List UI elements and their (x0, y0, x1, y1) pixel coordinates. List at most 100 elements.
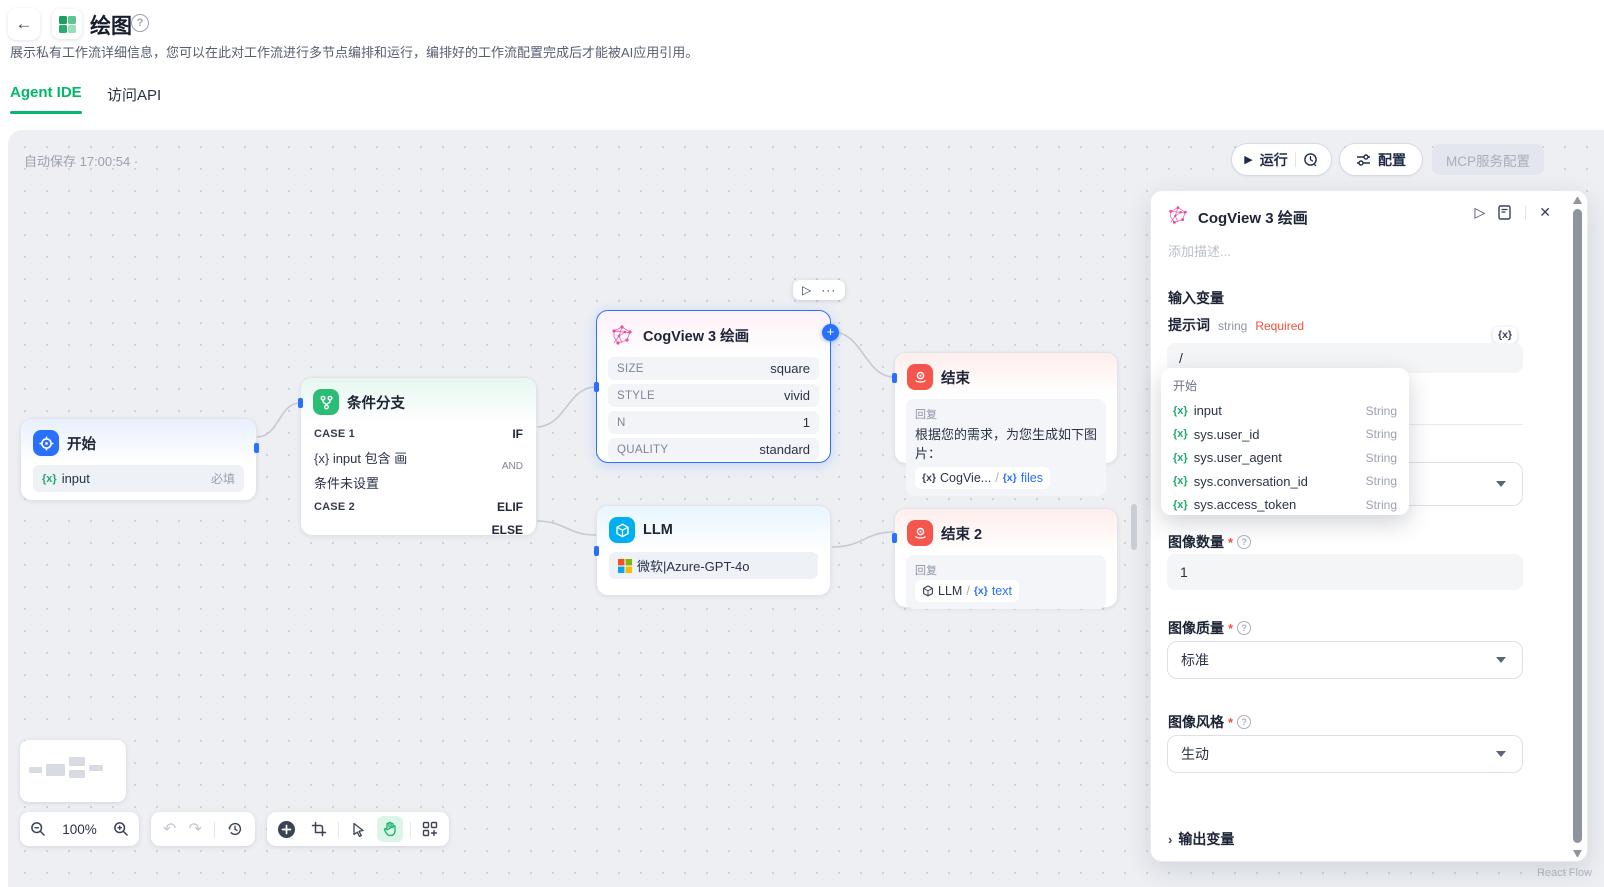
variable-icon: {x} (974, 585, 988, 597)
image-quality-label: 图像质量*? (1168, 618, 1251, 638)
model-name: 微软|Azure-GPT-4o (637, 556, 749, 575)
image-count-label: 图像数量*? (1168, 532, 1251, 552)
variable-icon: {x} (1173, 428, 1188, 440)
node-start[interactable]: 开始 {x} input 必填 (20, 418, 257, 501)
undo-icon[interactable]: ↶ (163, 819, 176, 839)
branch-icon (313, 389, 339, 415)
description-placeholder[interactable]: 添加描述... (1168, 241, 1231, 260)
node-title: CogView 3 绘画 (643, 325, 749, 346)
auto-layout-icon[interactable] (417, 816, 443, 842)
react-flow-attribution: React Flow (1537, 867, 1592, 879)
variable-reference-chip: LLM / {x} text (915, 580, 1019, 602)
frame-tool-icon[interactable] (306, 816, 332, 842)
image-style-select[interactable]: 生动 (1167, 735, 1523, 773)
input-handle[interactable] (892, 373, 897, 383)
image-style-label: 图像风格*? (1168, 712, 1251, 732)
run-node-icon[interactable]: ▷ (1474, 204, 1485, 221)
pan-hand-icon[interactable] (377, 816, 403, 842)
zoom-level[interactable]: 100% (62, 822, 97, 837)
output-vars-toggle[interactable]: › 输出变量 (1168, 829, 1234, 849)
divider (1525, 206, 1526, 220)
node-condition[interactable]: 条件分支 CASE 1IF {x} input 包含 画 AND 条件未设置 C… (300, 377, 537, 536)
input-handle[interactable] (594, 546, 599, 556)
llm-model-row: 微软|Azure-GPT-4o (609, 552, 818, 579)
dropdown-item[interactable]: {x}sys.user_agentString (1173, 446, 1397, 470)
image-count-input[interactable]: 1 (1167, 554, 1523, 590)
param-key: QUALITY (617, 444, 668, 456)
minimap[interactable] (20, 740, 126, 802)
help-icon[interactable]: ? (1237, 621, 1251, 635)
dropdown-item[interactable]: {x}inputString (1173, 399, 1397, 423)
dropdown-item[interactable]: {x}sys.access_tokenString (1173, 493, 1397, 517)
reply-box: 回复 根据您的需求，为您生成如下图片： {x} CogVie... / {x} … (906, 399, 1106, 496)
param-key: STYLE (617, 390, 655, 402)
divider (214, 822, 215, 837)
floating-scrollbar-thumb[interactable] (1131, 504, 1137, 550)
param-value: vivid (784, 388, 810, 403)
image-quality-select[interactable]: 标准 (1167, 641, 1523, 679)
close-panel-icon[interactable]: ✕ (1539, 204, 1551, 221)
param-value: 1 (803, 415, 810, 430)
insert-variable-button[interactable]: {x} (1493, 327, 1517, 343)
prompt-required-badge: Required (1255, 319, 1304, 333)
node-title: LLM (643, 522, 673, 538)
node-end-2[interactable]: 结束 2 回复 LLM / {x} text (894, 508, 1118, 608)
scroll-up-arrow[interactable] (1573, 197, 1582, 204)
history-controls: ↶ ↷ (151, 812, 255, 846)
variable-icon: {x} (42, 473, 57, 485)
elif-label: ELIF (497, 500, 523, 514)
add-connection-button[interactable]: + (822, 324, 839, 341)
input-vars-heading: 输入变量 (1168, 288, 1224, 308)
reply-text: 根据您的需求，为您生成如下图片： (915, 424, 1097, 462)
back-button[interactable]: ← (8, 8, 40, 40)
required-star: * (1228, 715, 1233, 730)
microsoft-logo-icon (618, 559, 632, 573)
reply-box: 回复 LLM / {x} text (906, 555, 1106, 609)
output-handle[interactable] (254, 443, 259, 453)
reply-label: 回复 (915, 406, 1097, 422)
node-config-panel: CogView 3 绘画 ▷ ✕ 添加描述... 输入变量 提示词 string… (1150, 190, 1588, 862)
variable-icon: {x} (1173, 405, 1188, 417)
history-icon[interactable] (227, 821, 243, 837)
help-icon[interactable]: ? (1237, 535, 1251, 549)
chevron-down-icon (1496, 657, 1506, 663)
zoom-in-icon[interactable] (113, 821, 129, 837)
chevron-right-icon: › (1168, 832, 1172, 847)
case1-label: CASE 1 (314, 428, 355, 440)
start-target-icon (33, 430, 59, 456)
save-file-icon[interactable] (1498, 205, 1512, 220)
redo-icon[interactable]: ↷ (188, 819, 201, 839)
and-label: AND (502, 461, 523, 472)
app-logo-icon (52, 9, 82, 39)
node-title: 结束 (941, 367, 970, 388)
scroll-down-arrow[interactable] (1573, 850, 1582, 857)
variable-icon: {x} (1173, 452, 1188, 464)
panel-title: CogView 3 绘画 (1198, 207, 1308, 228)
param-value: standard (759, 442, 810, 457)
help-icon[interactable]: ? (1237, 715, 1251, 729)
more-icon[interactable]: ··· (821, 283, 836, 297)
add-node-button[interactable] (273, 816, 299, 842)
zoom-out-icon[interactable] (30, 821, 46, 837)
node-cogview[interactable]: CogView 3 绘画 SIZEsquare STYLEvivid N1 QU… (596, 310, 831, 463)
input-handle[interactable] (594, 382, 599, 392)
node-end[interactable]: 结束 回复 根据您的需求，为您生成如下图片： {x} CogVie... / {… (894, 352, 1118, 464)
node-title: 条件分支 (347, 392, 405, 413)
node-llm[interactable]: LLM 微软|Azure-GPT-4o (596, 505, 831, 596)
dropdown-item[interactable]: {x}sys.user_idString (1173, 423, 1397, 447)
dropdown-item[interactable]: {x}sys.conversation_idString (1173, 470, 1397, 494)
variable-dropdown: 开始 {x}inputString {x}sys.user_idString {… (1161, 368, 1409, 515)
divider (338, 822, 339, 837)
help-icon[interactable]: ? (131, 14, 149, 32)
input-handle[interactable] (892, 533, 897, 543)
input-handle[interactable] (298, 398, 303, 408)
canvas-tools (267, 812, 449, 846)
panel-scrollbar[interactable] (1571, 195, 1584, 859)
scrollbar-thumb[interactable] (1573, 209, 1582, 843)
param-value: square (770, 361, 810, 376)
select-cursor-icon[interactable] (345, 816, 371, 842)
tab-api-access[interactable]: 访问API (107, 84, 161, 105)
condition-expression: {x} input 包含 画 (314, 448, 407, 467)
run-node-icon[interactable]: ▷ (802, 283, 811, 297)
tab-agent-ide[interactable]: Agent IDE (10, 84, 82, 101)
